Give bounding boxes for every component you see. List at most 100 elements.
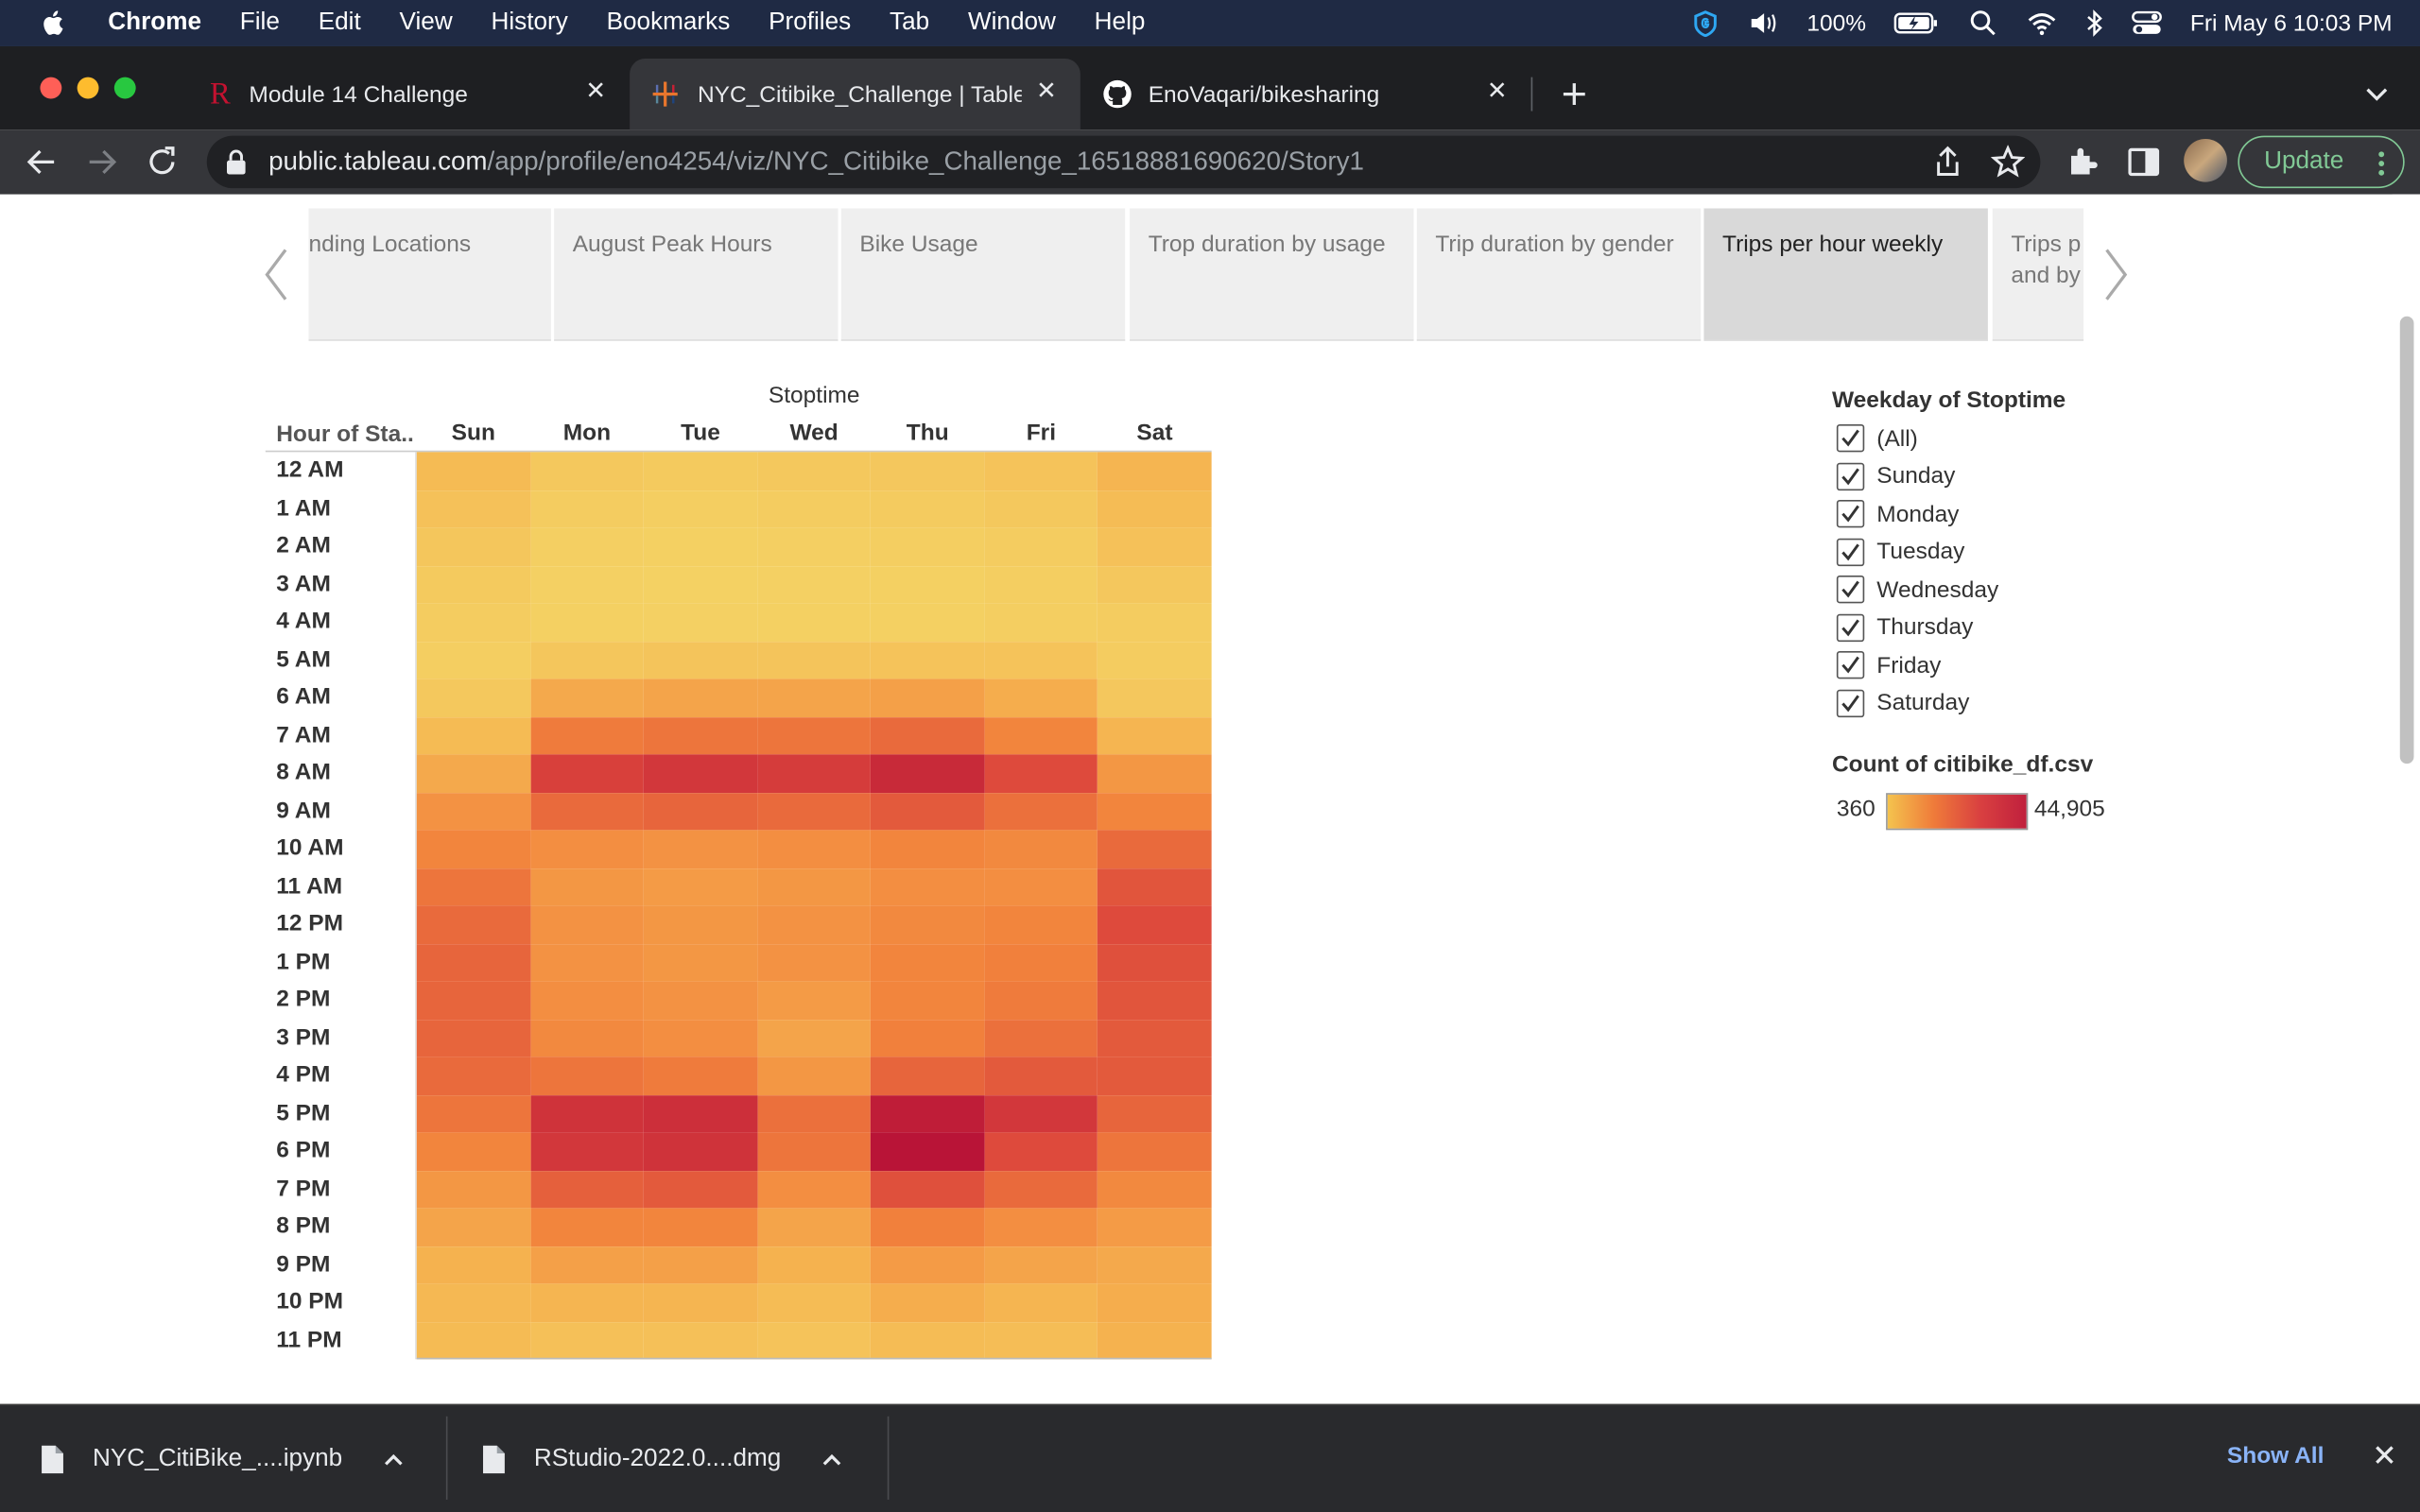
filter-option-label: Wednesday	[1876, 576, 1999, 603]
filter-option[interactable]: (All)	[1836, 421, 1918, 455]
bluetooth-icon[interactable]	[2085, 9, 2104, 37]
share-icon[interactable]	[1932, 145, 1963, 179]
checkbox-checked-icon[interactable]	[1836, 461, 1865, 490]
filter-title: Weekday of Stoptime	[1831, 387, 2066, 414]
menu-tab[interactable]: Tab	[890, 9, 929, 37]
story-point-trips-partial[interactable]: Trips p and by	[1992, 208, 2084, 341]
wifi-icon[interactable]	[2027, 9, 2058, 37]
forward-icon[interactable]	[83, 144, 120, 180]
column-header: Thu	[906, 420, 949, 446]
column-header: Fri	[1026, 420, 1057, 446]
tab-close-icon[interactable]: ✕	[1031, 77, 1063, 109]
bookmark-star-icon[interactable]	[1991, 145, 2026, 179]
row-label: 9 PM	[276, 1250, 331, 1278]
apple-icon[interactable]	[40, 9, 67, 37]
row-label: 10 PM	[276, 1288, 344, 1315]
menu-view[interactable]: View	[400, 9, 453, 37]
profile-avatar[interactable]	[2184, 138, 2227, 182]
side-panel-icon[interactable]	[2125, 144, 2162, 180]
checkbox-checked-icon[interactable]	[1836, 499, 1865, 528]
url-host: public.tableau.com	[268, 146, 488, 177]
menu-file[interactable]: File	[240, 9, 280, 37]
tab-close-icon[interactable]: ✕	[580, 77, 612, 109]
battery-icon[interactable]	[1893, 9, 1940, 37]
extensions-icon[interactable]	[2065, 144, 2101, 180]
control-center-icon[interactable]	[2132, 9, 2163, 37]
story-navigator: nding Locations August Peak Hours Bike U…	[308, 208, 2084, 341]
row-label: 10 AM	[276, 834, 344, 862]
menu-edit[interactable]: Edit	[319, 9, 361, 37]
reload-icon[interactable]	[144, 144, 181, 180]
story-point-trop-duration[interactable]: Trop duration by usage	[1130, 208, 1414, 341]
row-label: 7 AM	[276, 721, 331, 748]
row-label: 11 AM	[276, 872, 343, 900]
story-next-arrow-icon[interactable]	[2100, 247, 2132, 302]
show-all-button[interactable]: Show All	[2227, 1443, 2324, 1469]
story-point-bike-usage[interactable]: Bike Usage	[840, 208, 1126, 341]
filter-option-label: Monday	[1876, 500, 1960, 527]
file-icon	[483, 1445, 505, 1474]
menu-profiles[interactable]: Profiles	[769, 9, 851, 37]
close-icon[interactable]	[2372, 1443, 2396, 1468]
download-item-dmg[interactable]: RStudio-2022.0....dmg	[481, 1438, 842, 1482]
row-label: 11 PM	[276, 1326, 342, 1353]
tab-module-14[interactable]: R Module 14 Challenge ✕	[173, 59, 630, 129]
tab-close-icon[interactable]: ✕	[1481, 77, 1512, 109]
update-button[interactable]: Update	[2238, 135, 2405, 189]
address-bar[interactable]: public.tableau.com/app/profile/eno4254/v…	[206, 135, 2041, 189]
story-point-label: Trip duration by gender	[1435, 231, 1674, 258]
filter-option[interactable]: Friday	[1836, 648, 1941, 682]
new-tab-icon[interactable]	[1559, 78, 1590, 110]
filter-option[interactable]: Saturday	[1836, 686, 1969, 720]
tab-github-bikesharing[interactable]: EnoVaqari/bikesharing ✕	[1080, 59, 1531, 129]
filter-option[interactable]: Monday	[1836, 497, 1960, 531]
volume-icon[interactable]	[1748, 9, 1779, 37]
search-icon[interactable]	[1968, 9, 1999, 37]
more-vert-icon[interactable]	[2378, 149, 2385, 177]
download-filename: NYC_CitiBike_....ipynb	[92, 1445, 343, 1472]
story-point-trips-per-hour-weekly[interactable]: Trips per hour weekly	[1703, 208, 1988, 341]
filter-option[interactable]: Tuesday	[1836, 535, 1964, 569]
filter-option[interactable]: Sunday	[1836, 459, 1955, 493]
checkbox-checked-icon[interactable]	[1836, 688, 1865, 717]
menu-window[interactable]: Window	[968, 9, 1056, 37]
address-url[interactable]: public.tableau.com/app/profile/eno4254/v…	[268, 146, 1364, 178]
filter-option[interactable]: Wednesday	[1836, 573, 1999, 607]
row-label: 1 PM	[276, 948, 331, 975]
lock-icon[interactable]	[225, 149, 247, 175]
story-point-trip-duration-gender[interactable]: Trip duration by gender	[1416, 208, 1702, 341]
menu-bookmarks[interactable]: Bookmarks	[607, 9, 731, 37]
grammarly-icon[interactable]	[1689, 9, 1720, 38]
row-label: 2 AM	[276, 532, 331, 559]
story-point-ending-locations[interactable]: nding Locations	[308, 208, 551, 341]
story-prev-arrow-icon[interactable]	[261, 247, 292, 302]
battery-percent: 100%	[1806, 9, 1867, 37]
story-point-august-peak-hours[interactable]: August Peak Hours	[554, 208, 838, 341]
row-label: 9 AM	[276, 797, 331, 824]
story-point-label: nding Locations	[308, 231, 472, 258]
download-item-ipynb[interactable]: NYC_CitiBike_....ipynb	[40, 1438, 404, 1482]
menu-history[interactable]: History	[492, 9, 568, 37]
menu-chrome[interactable]: Chrome	[108, 9, 201, 37]
menubar-clock[interactable]: Fri May 6 10:03 PM	[2190, 10, 2393, 37]
tab-separator	[1530, 77, 1533, 112]
tab-search-chevron-icon[interactable]	[2364, 85, 2389, 104]
page-scrollbar-thumb[interactable]	[2399, 316, 2414, 765]
chevron-up-icon[interactable]	[383, 1452, 405, 1467]
checkbox-checked-icon[interactable]	[1836, 575, 1865, 604]
checkbox-checked-icon[interactable]	[1836, 423, 1865, 453]
chevron-up-icon[interactable]	[821, 1452, 843, 1467]
checkbox-checked-icon[interactable]	[1836, 612, 1865, 642]
filter-option-label: Thursday	[1876, 613, 1974, 641]
window-minimize-button[interactable]	[77, 77, 99, 99]
filter-option[interactable]: Thursday	[1836, 610, 1974, 644]
checkbox-checked-icon[interactable]	[1836, 537, 1865, 566]
macos-menubar: Chrome File Edit View History Bookmarks …	[0, 0, 2420, 46]
window-close-button[interactable]	[40, 77, 62, 99]
back-icon[interactable]	[23, 144, 60, 180]
update-label: Update	[2264, 147, 2344, 175]
menu-help[interactable]: Help	[1095, 9, 1146, 37]
checkbox-checked-icon[interactable]	[1836, 650, 1865, 679]
window-zoom-button[interactable]	[113, 77, 136, 99]
tab-nyc-citibike[interactable]: NYC_Citibike_Challenge | Table ✕	[630, 59, 1080, 130]
